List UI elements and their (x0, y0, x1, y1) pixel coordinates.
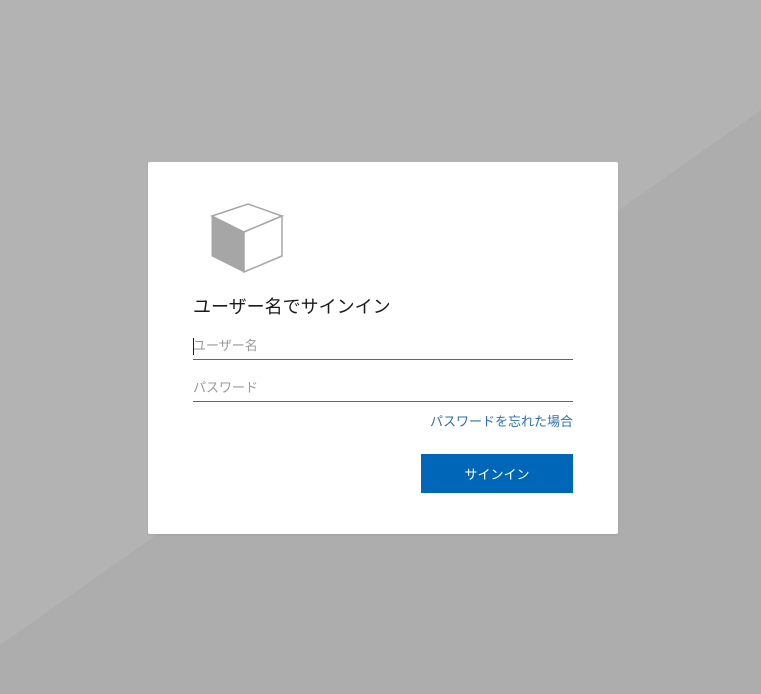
forgot-password-link[interactable]: パスワードを忘れた場合 (430, 411, 573, 430)
text-cursor (193, 338, 194, 355)
signin-button[interactable]: サインイン (421, 454, 573, 493)
username-input[interactable] (193, 336, 573, 360)
cube-icon (210, 203, 284, 274)
password-input[interactable] (193, 378, 573, 402)
signin-card: ユーザー名でサインイン パスワードを忘れた場合 サインイン (148, 162, 618, 534)
page-title: ユーザー名でサインイン (193, 297, 391, 318)
